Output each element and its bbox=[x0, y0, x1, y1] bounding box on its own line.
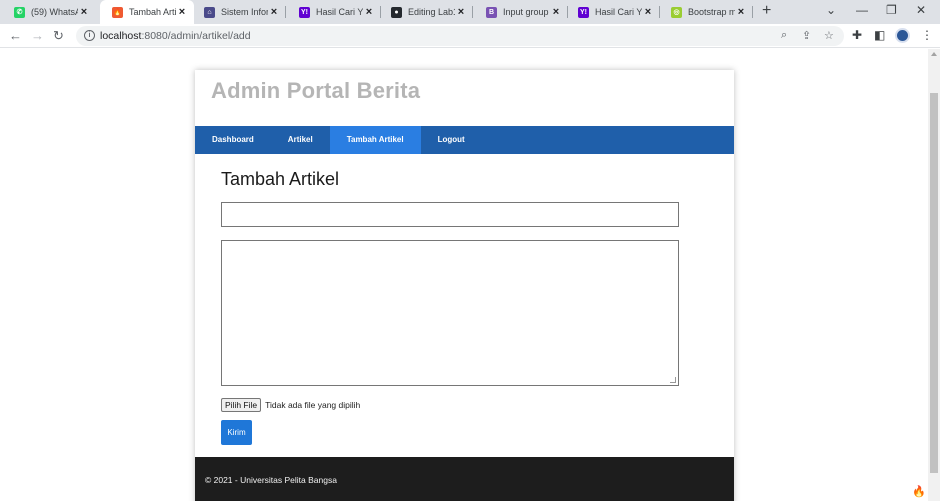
browser-tab[interactable]: 🔥 Tambah Artik × bbox=[100, 0, 194, 24]
browser-tab[interactable]: ✆ (59) WhatsAp× bbox=[2, 0, 96, 24]
tab-separator bbox=[752, 6, 753, 18]
article-form: Tambah Artikel Pilih File Tidak ada file… bbox=[221, 169, 681, 445]
nav-link-logout[interactable]: Logout bbox=[421, 126, 482, 154]
github-icon: ● bbox=[391, 6, 402, 18]
tab-close-icon[interactable]: × bbox=[735, 6, 747, 18]
nav-link-tambah-artikel[interactable]: Tambah Artikel bbox=[329, 126, 421, 154]
tab-title: Tambah Artik bbox=[129, 7, 176, 17]
tab-title: Editing Lab11 bbox=[408, 7, 455, 17]
browser-tab[interactable]: ● Editing Lab11× bbox=[379, 0, 473, 24]
submit-button[interactable]: Kirim bbox=[221, 420, 252, 445]
toolbar: ← → ↻ i localhost:8080/admin/artikel/add… bbox=[0, 24, 940, 48]
side-panel-icon[interactable]: ◧ bbox=[874, 28, 885, 42]
tab-title: Hasil Cari Yah bbox=[316, 7, 363, 17]
tab-title: Sistem Inform bbox=[221, 7, 268, 17]
choose-file-button[interactable]: Pilih File bbox=[221, 398, 262, 412]
profile-avatar[interactable] bbox=[895, 28, 910, 43]
file-status-text: Tidak ada file yang dipilih bbox=[265, 400, 361, 410]
reload-icon[interactable]: ↻ bbox=[53, 28, 64, 44]
bookmark-star-icon[interactable]: ☆ bbox=[824, 29, 834, 42]
browser-tab[interactable]: ⌂ Sistem Inform× bbox=[192, 0, 286, 24]
browser-tab[interactable]: B Input group × bbox=[474, 0, 568, 24]
tab-title: (59) WhatsAp bbox=[31, 7, 78, 17]
zoom-icon[interactable]: ⌕ bbox=[781, 29, 787, 42]
minimize-icon[interactable]: — bbox=[856, 3, 868, 17]
main-nav: Dashboard Artikel Tambah Artikel Logout bbox=[195, 126, 734, 154]
nav-link-dashboard[interactable]: Dashboard bbox=[195, 126, 271, 154]
extensions-icon[interactable]: ✚ bbox=[852, 28, 862, 42]
menu-icon[interactable]: ⋮ bbox=[921, 28, 933, 42]
page-viewport: Admin Portal Berita Dashboard Artikel Tamb… bbox=[0, 49, 928, 501]
tab-separator bbox=[472, 6, 473, 18]
browser-tab[interactable]: Y! Hasil Cari Yah× bbox=[287, 0, 381, 24]
footer-text: © 2021 - Universitas Pelita Bangsa bbox=[205, 475, 337, 485]
browser-tab[interactable]: ◎ Bootstrap ma× bbox=[659, 0, 753, 24]
scroll-thumb[interactable] bbox=[930, 93, 938, 473]
university-icon: ⌂ bbox=[204, 6, 215, 18]
url-text[interactable]: localhost:8080/admin/artikel/add bbox=[100, 30, 251, 42]
tab-close-icon[interactable]: × bbox=[642, 6, 654, 18]
resize-handle[interactable] bbox=[670, 377, 676, 383]
form-heading: Tambah Artikel bbox=[221, 169, 340, 189]
tab-close-icon[interactable]: × bbox=[268, 6, 280, 18]
tab-strip: ✆(59) WhatsAp×🔥Tambah Artik×⌂Sistem Info… bbox=[0, 0, 940, 24]
tab-close-icon[interactable]: × bbox=[78, 6, 90, 18]
whatsapp-icon: ✆ bbox=[14, 6, 25, 18]
tab-separator bbox=[285, 6, 286, 18]
yahoo-icon: Y! bbox=[299, 6, 310, 18]
tab-close-icon[interactable]: × bbox=[176, 6, 188, 18]
tab-search-icon[interactable]: ⌄ bbox=[826, 3, 836, 17]
site-info-icon[interactable]: i bbox=[84, 30, 95, 41]
title-input[interactable] bbox=[221, 202, 679, 227]
flame-icon[interactable]: 🔥 bbox=[912, 485, 926, 498]
share-icon[interactable]: ⇪ bbox=[802, 29, 811, 42]
site-header: Admin Portal Berita bbox=[195, 70, 734, 126]
site-title: Admin Portal Berita bbox=[211, 78, 421, 103]
restore-icon[interactable]: ❐ bbox=[886, 3, 897, 17]
nav-link-artikel[interactable]: Artikel bbox=[271, 126, 330, 154]
flame-icon: 🔥 bbox=[112, 6, 123, 18]
tab-title: Hasil Cari Yah bbox=[595, 7, 642, 17]
address-bar[interactable]: i localhost:8080/admin/artikel/add ⌕ ⇪ ☆ bbox=[76, 26, 844, 46]
file-input: Pilih File Tidak ada file yang dipilih bbox=[221, 398, 681, 412]
yahoo-icon: Y! bbox=[578, 6, 589, 18]
browser-tab[interactable]: Y! Hasil Cari Yah× bbox=[566, 0, 660, 24]
forward-icon[interactable]: → bbox=[31, 28, 44, 43]
bootstrap-icon: B bbox=[486, 6, 497, 18]
page-container: Admin Portal Berita Dashboard Artikel Tamb… bbox=[195, 70, 734, 501]
tab-close-icon[interactable]: × bbox=[363, 6, 375, 18]
close-window-icon[interactable]: ✕ bbox=[916, 3, 926, 17]
back-icon[interactable]: ← bbox=[9, 28, 22, 43]
tab-close-icon[interactable]: × bbox=[550, 6, 562, 18]
new-tab-button[interactable]: + bbox=[762, 2, 771, 20]
body-textarea[interactable] bbox=[221, 240, 679, 386]
tab-title: Input group bbox=[503, 7, 549, 17]
tab-close-icon[interactable]: × bbox=[455, 6, 467, 18]
site-footer: © 2021 - Universitas Pelita Bangsa bbox=[195, 457, 734, 501]
bootstrap-made-icon: ◎ bbox=[671, 6, 682, 18]
tab-title: Bootstrap ma bbox=[688, 7, 735, 17]
scroll-up-arrow-icon[interactable] bbox=[931, 52, 937, 56]
